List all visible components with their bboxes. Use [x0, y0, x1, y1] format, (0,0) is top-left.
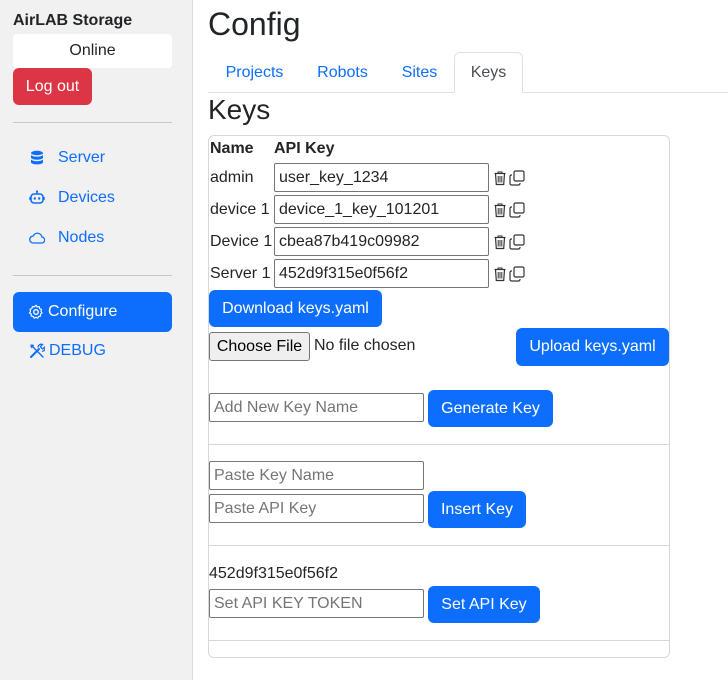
section-divider	[209, 444, 669, 445]
trash-icon[interactable]	[492, 202, 508, 218]
section-divider	[209, 640, 669, 641]
tools-icon	[29, 343, 45, 359]
cloud-icon	[29, 230, 45, 246]
page-title: Config	[208, 6, 301, 42]
upload-keys-button[interactable]: Upload keys.yaml	[516, 328, 669, 366]
trash-icon[interactable]	[492, 234, 508, 250]
sidebar-item-configure[interactable]: Configure	[13, 292, 172, 332]
gear-icon	[28, 304, 44, 320]
generate-key-button[interactable]: Generate Key	[428, 390, 553, 427]
logout-button[interactable]: Log out	[13, 68, 92, 105]
column-header-api-key: API Key	[274, 140, 335, 157]
api-key-field[interactable]: cbea87b419c09982	[274, 227, 489, 256]
sidebar-divider	[13, 122, 172, 123]
tab-projects[interactable]: Projects	[213, 52, 296, 93]
sidebar-item-label: Configure	[48, 303, 118, 320]
sidebar-item-server[interactable]: Server	[13, 138, 172, 178]
robot-icon	[29, 190, 45, 206]
copy-icon[interactable]	[509, 202, 525, 218]
database-icon	[29, 150, 45, 166]
insert-key-button[interactable]: Insert Key	[428, 491, 526, 528]
section-title: Keys	[208, 94, 271, 125]
section-divider	[209, 545, 669, 546]
tab-sites[interactable]: Sites	[389, 52, 450, 93]
new-key-name-input[interactable]	[209, 393, 424, 422]
copy-icon[interactable]	[509, 170, 525, 186]
tab-keys[interactable]: Keys	[454, 52, 523, 93]
copy-icon[interactable]	[509, 266, 525, 282]
key-name: Device 1	[210, 233, 273, 250]
tab-robots[interactable]: Robots	[303, 52, 382, 93]
sidebar-item-nodes[interactable]: Nodes	[13, 218, 172, 258]
sidebar-item-debug[interactable]: DEBUG	[13, 331, 172, 371]
paste-api-key-input[interactable]	[209, 494, 424, 523]
connection-status: Online	[13, 34, 172, 68]
sidebar-item-label: Nodes	[58, 229, 105, 246]
key-name: Server 1	[210, 265, 271, 282]
choose-file-button[interactable]: Choose File	[209, 332, 310, 361]
sidebar-item-label: Devices	[58, 189, 115, 206]
api-key-field[interactable]: user_key_1234	[274, 163, 489, 192]
set-api-key-button[interactable]: Set API Key	[428, 586, 540, 623]
app-title: AirLAB Storage	[13, 12, 133, 29]
paste-key-name-input[interactable]	[209, 461, 424, 490]
current-api-token: 452d9f315e0f56f2	[209, 565, 339, 582]
key-name: device 1	[210, 201, 270, 218]
column-header-name: Name	[210, 140, 254, 157]
sidebar-item-devices[interactable]: Devices	[13, 178, 172, 218]
api-key-field[interactable]: 452d9f315e0f56f2	[274, 259, 489, 288]
file-status: No file chosen	[314, 337, 416, 354]
api-key-field[interactable]: device_1_key_101201	[274, 195, 489, 224]
sidebar-item-label: DEBUG	[49, 342, 106, 359]
sidebar: AirLAB Storage Online Log out Server Dev…	[0, 0, 193, 680]
trash-icon[interactable]	[492, 170, 508, 186]
trash-icon[interactable]	[492, 266, 508, 282]
sidebar-item-label: Server	[58, 149, 106, 166]
download-keys-button[interactable]: Download keys.yaml	[209, 290, 382, 327]
key-name: admin	[210, 169, 254, 186]
copy-icon[interactable]	[509, 234, 525, 250]
api-token-input[interactable]	[209, 589, 424, 618]
sidebar-divider	[13, 275, 172, 276]
